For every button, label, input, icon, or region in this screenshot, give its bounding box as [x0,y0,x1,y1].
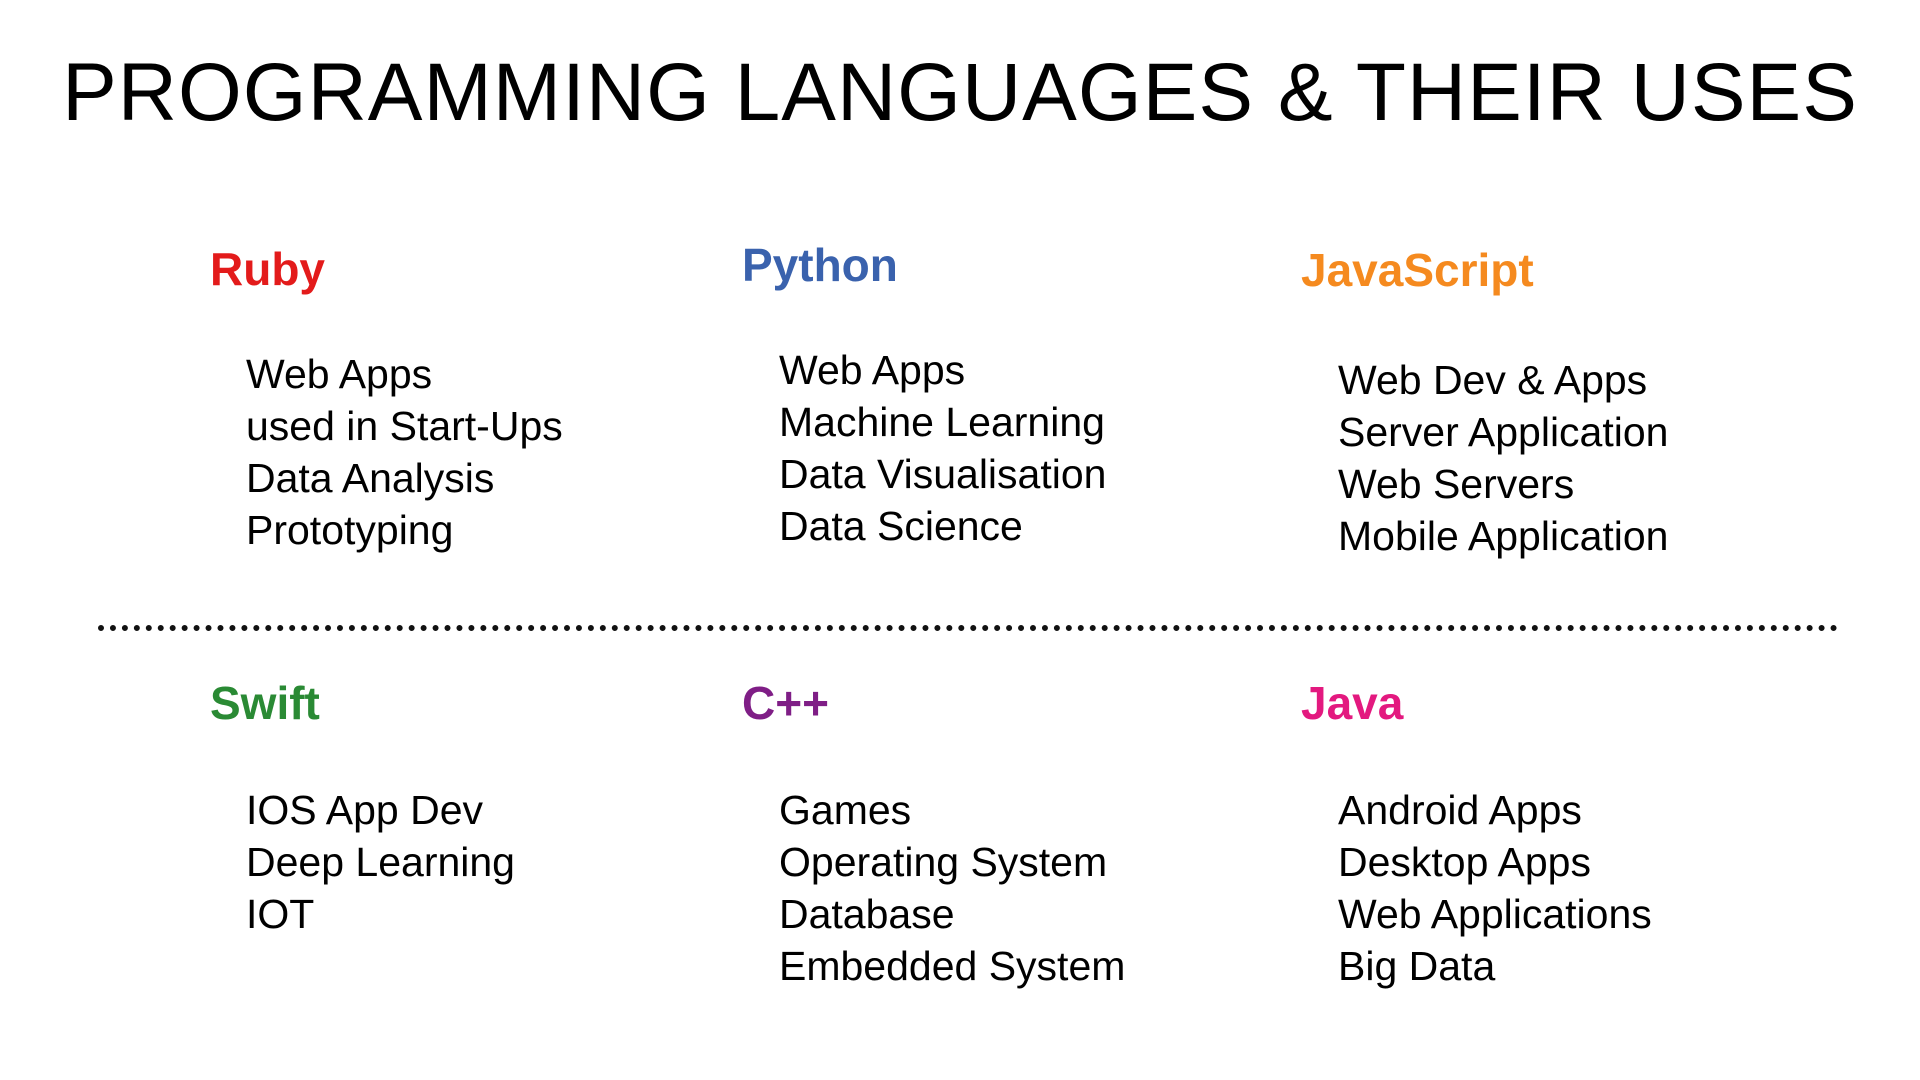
use-item: Big Data [1338,943,1496,989]
use-item: used in Start-Ups [246,403,563,449]
language-name-cpp: C++ [742,677,829,729]
use-item: Data Analysis [246,455,495,501]
use-item: IOT [246,891,315,937]
use-item: Data Science [779,503,1023,549]
use-item: Mobile Application [1338,513,1669,559]
use-item: Server Application [1338,409,1669,455]
language-name-python: Python [742,239,898,291]
use-item: Web Apps [246,351,433,397]
dotted-divider [98,625,1838,631]
use-item: Web Servers [1338,461,1575,507]
use-item: Desktop Apps [1338,839,1591,885]
use-list-java: Android Apps Desktop Apps Web Applicatio… [1338,784,1652,992]
language-name-java: Java [1301,677,1404,729]
use-item: Web Dev & Apps [1338,357,1648,403]
page-title: PROGRAMMING LANGUAGES & THEIR USES [62,47,1858,138]
use-item: Web Apps [779,347,966,393]
use-item: Web Applications [1338,891,1652,937]
language-name-swift: Swift [210,677,320,729]
language-name-ruby: Ruby [210,243,325,295]
use-item: IOS App Dev [246,787,484,833]
use-list-cpp: Games Operating System Database Embedded… [779,784,1125,992]
use-list-javascript: Web Dev & Apps Server Application Web Se… [1338,354,1668,562]
use-item: Database [779,891,955,937]
language-name-javascript: JavaScript [1301,244,1534,296]
use-item: Embedded System [779,943,1126,989]
use-item: Android Apps [1338,787,1582,833]
use-item: Operating System [779,839,1108,885]
use-item: Data Visualisation [779,451,1107,497]
use-list-python: Web Apps Machine Learning Data Visualisa… [779,344,1106,552]
use-item: Deep Learning [246,839,515,885]
use-list-swift: IOS App Dev Deep Learning IOT [246,784,515,940]
use-list-ruby: Web Apps used in Start-Ups Data Analysis… [246,348,563,556]
use-item: Machine Learning [779,399,1105,445]
use-item: Prototyping [246,507,454,553]
use-item: Games [779,787,912,833]
